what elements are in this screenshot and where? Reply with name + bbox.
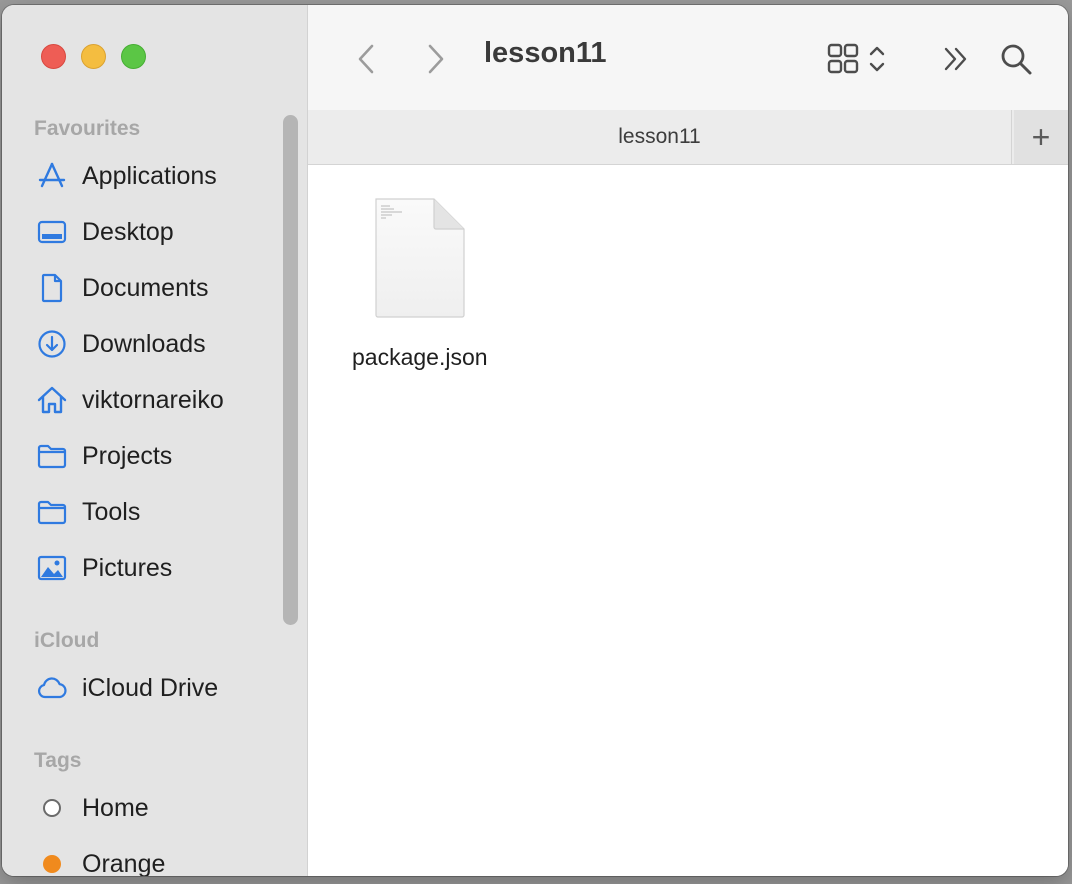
folder-icon <box>34 438 70 474</box>
pictures-icon <box>34 550 70 586</box>
sidebar-item-pictures[interactable]: Pictures <box>34 548 284 588</box>
document-icon <box>34 270 70 306</box>
sidebar-scrollbar[interactable] <box>283 115 298 625</box>
home-icon <box>34 382 70 418</box>
sidebar-item-label: Downloads <box>82 329 206 358</box>
back-button[interactable] <box>348 39 384 79</box>
sidebar-item-applications[interactable]: Applications <box>34 156 284 196</box>
finder-window: Favourites Applications Desktop Document… <box>2 5 1068 876</box>
json-file-icon <box>372 197 468 324</box>
double-chevron-right-icon <box>941 44 971 74</box>
close-button[interactable] <box>41 44 66 69</box>
sidebar-item-label: Documents <box>82 273 209 302</box>
view-options-button[interactable] <box>820 37 892 81</box>
forward-button[interactable] <box>418 39 454 79</box>
tab-lesson11[interactable]: lesson11 <box>308 110 1012 164</box>
cloud-icon <box>34 670 70 706</box>
sidebar-item-label: iCloud Drive <box>82 673 219 702</box>
zoom-button[interactable] <box>121 44 146 69</box>
window-title: lesson11 <box>484 37 607 69</box>
sidebar-item-label: Desktop <box>82 217 174 246</box>
minimize-button[interactable] <box>81 44 106 69</box>
sidebar-item-label: Projects <box>82 441 173 470</box>
chevron-left-icon <box>356 43 376 75</box>
sidebar-item-desktop[interactable]: Desktop <box>34 212 284 252</box>
tag-label: Home <box>82 793 149 822</box>
tag-dot-icon <box>34 846 70 876</box>
applications-icon <box>34 158 70 194</box>
file-name: package.json <box>352 344 488 370</box>
file-item[interactable]: package.json <box>352 197 488 371</box>
sidebar-item-icloud-drive[interactable]: iCloud Drive <box>34 668 284 708</box>
new-tab-button[interactable]: + <box>1014 110 1068 164</box>
sidebar: Favourites Applications Desktop Document… <box>2 5 308 876</box>
search-icon <box>999 42 1033 76</box>
sidebar-item-label: Applications <box>82 161 217 190</box>
search-button[interactable] <box>996 37 1036 81</box>
sidebar-item-documents[interactable]: Documents <box>34 268 284 308</box>
chevron-right-icon <box>426 43 446 75</box>
more-toolbar-button[interactable] <box>936 39 976 79</box>
favourites-heading: Favourites <box>34 117 141 140</box>
download-icon <box>34 326 70 362</box>
toolbar: lesson11 <box>308 5 1068 110</box>
file-area: package.json <box>308 165 1068 876</box>
grid-view-icon <box>826 42 860 76</box>
sidebar-item-label: Pictures <box>82 553 173 582</box>
traffic-lights <box>41 44 146 69</box>
sidebar-item-tools[interactable]: Tools <box>34 492 284 532</box>
tags-heading: Tags <box>34 749 82 772</box>
chevron-updown-icon <box>868 43 886 75</box>
sidebar-item-projects[interactable]: Projects <box>34 436 284 476</box>
icloud-heading: iCloud <box>34 629 100 652</box>
tag-label: Orange <box>82 849 166 877</box>
tab-bar: lesson11 + <box>308 110 1068 165</box>
sidebar-item-label: viktornareiko <box>82 385 224 414</box>
sidebar-item-label: Tools <box>82 497 141 526</box>
sidebar-item-home[interactable]: viktornareiko <box>34 380 284 420</box>
tag-item-home[interactable]: Home <box>34 788 284 828</box>
tag-dot-icon <box>34 790 70 826</box>
tag-item-orange[interactable]: Orange <box>34 844 284 876</box>
folder-icon <box>34 494 70 530</box>
sidebar-item-downloads[interactable]: Downloads <box>34 324 284 364</box>
desktop-icon <box>34 214 70 250</box>
